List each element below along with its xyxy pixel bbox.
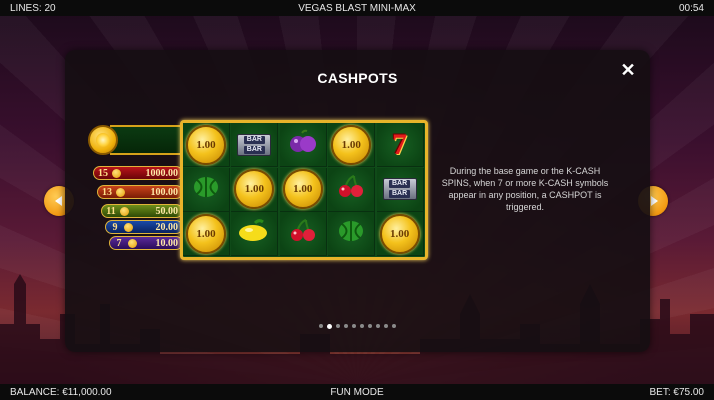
cashpot-amount: 10.00 <box>155 237 179 249</box>
reel-cell: BAR BAR <box>231 123 279 167</box>
reel-cell: 1.00 <box>183 212 230 257</box>
page-dot[interactable] <box>327 323 332 329</box>
reel-cell: 1.00 <box>231 167 279 212</box>
plum-icon <box>288 129 318 160</box>
bottom-status-bar: BALANCE: €11,000.00 FUN MODE BET: €75.00 <box>0 384 714 400</box>
cashpot-amount: 20.00 <box>155 221 179 233</box>
balance-label: BALANCE: €11,000.00 <box>10 386 112 398</box>
cashpot-count: 9 <box>112 221 118 233</box>
cashpot-row: 13 100.00 <box>97 185 183 199</box>
clock: 00:54 <box>678 2 704 14</box>
reel-cell: BAR BAR <box>376 167 424 212</box>
cashpot-count: 13 <box>102 186 112 198</box>
cashpot-row: 7 10.00 <box>109 236 183 250</box>
coin-icon <box>112 168 121 178</box>
chevron-right-icon <box>650 196 658 206</box>
melon-icon <box>191 174 221 205</box>
seven-symbol-icon: 7 <box>392 127 408 161</box>
cashpot-amount: 50.00 <box>155 205 179 217</box>
reel-cell <box>231 212 279 257</box>
cashpot-count: 11 <box>106 205 116 217</box>
coin-icon <box>124 222 133 232</box>
cashpot-header-bar <box>110 125 186 155</box>
cashpot-row: 11 50.00 <box>101 204 183 218</box>
coin-icon <box>120 206 129 216</box>
cherry-icon <box>336 174 366 205</box>
cashpot-count: 7 <box>116 237 122 249</box>
melon-icon <box>336 218 366 249</box>
reel-grid: 1.00 BAR BAR 1.00 7 1.00 1.00 BAR BAR 1.00 1.00 <box>180 120 428 260</box>
pagination-dots <box>65 323 650 329</box>
page-dot[interactable] <box>336 324 340 328</box>
cherry-icon <box>288 218 318 249</box>
reel-cell <box>328 167 376 212</box>
coin-icon <box>128 238 137 248</box>
lines-label: LINES: 20 <box>10 2 56 14</box>
cashpot-description: During the base game or the K-CASH SPINS… <box>441 166 609 212</box>
reel-cell: 7 <box>376 123 424 167</box>
k-cash-coin-icon: 1.00 <box>379 213 420 254</box>
reel-cell: 1.00 <box>376 212 424 257</box>
chevron-left-icon <box>54 196 62 206</box>
cashpot-amount: 100.00 <box>150 186 179 198</box>
page-dot[interactable] <box>384 324 388 328</box>
k-cash-coin-icon: 1.00 <box>186 124 226 165</box>
reel-cell: 1.00 <box>328 123 376 167</box>
k-cash-coin-icon: 1.00 <box>186 213 226 254</box>
cashpot-coin-icon <box>88 125 118 155</box>
reel-cell <box>279 212 327 257</box>
reel-cell: 1.00 <box>183 123 230 167</box>
k-cash-coin-icon: 1.00 <box>234 169 275 210</box>
bar-symbol-icon: BAR BAR <box>237 133 272 156</box>
panel-title: CASHPOTS <box>317 70 398 86</box>
game-title: VEGAS BLAST MINI-MAX <box>298 2 416 14</box>
bar-symbol-icon: BAR BAR <box>382 178 417 201</box>
reel-cell: 1.00 <box>279 167 327 212</box>
reel-cell <box>183 167 230 212</box>
reel-cell <box>279 123 327 167</box>
coin-icon <box>116 187 125 197</box>
cashpot-count: 15 <box>98 167 108 179</box>
page-dot[interactable] <box>368 324 372 328</box>
k-cash-coin-icon: 1.00 <box>282 169 323 210</box>
cashpot-row: 15 1000.00 <box>93 166 183 180</box>
reel-cell <box>328 212 376 257</box>
page-dot[interactable] <box>344 324 348 328</box>
page-dot[interactable] <box>319 324 323 328</box>
top-status-bar: LINES: 20 VEGAS BLAST MINI-MAX 00:54 <box>0 0 714 16</box>
lemon-icon <box>237 219 271 248</box>
page-dot[interactable] <box>352 324 356 328</box>
cashpot-row: 9 20.00 <box>105 220 183 234</box>
close-icon[interactable]: ✕ <box>620 61 636 79</box>
page-dot[interactable] <box>360 324 364 328</box>
page-dot[interactable] <box>376 324 380 328</box>
cashpot-amount: 1000.00 <box>145 167 179 179</box>
k-cash-coin-icon: 1.00 <box>331 124 372 165</box>
bet-label: BET: €75.00 <box>649 386 704 398</box>
page-dot[interactable] <box>392 324 396 328</box>
